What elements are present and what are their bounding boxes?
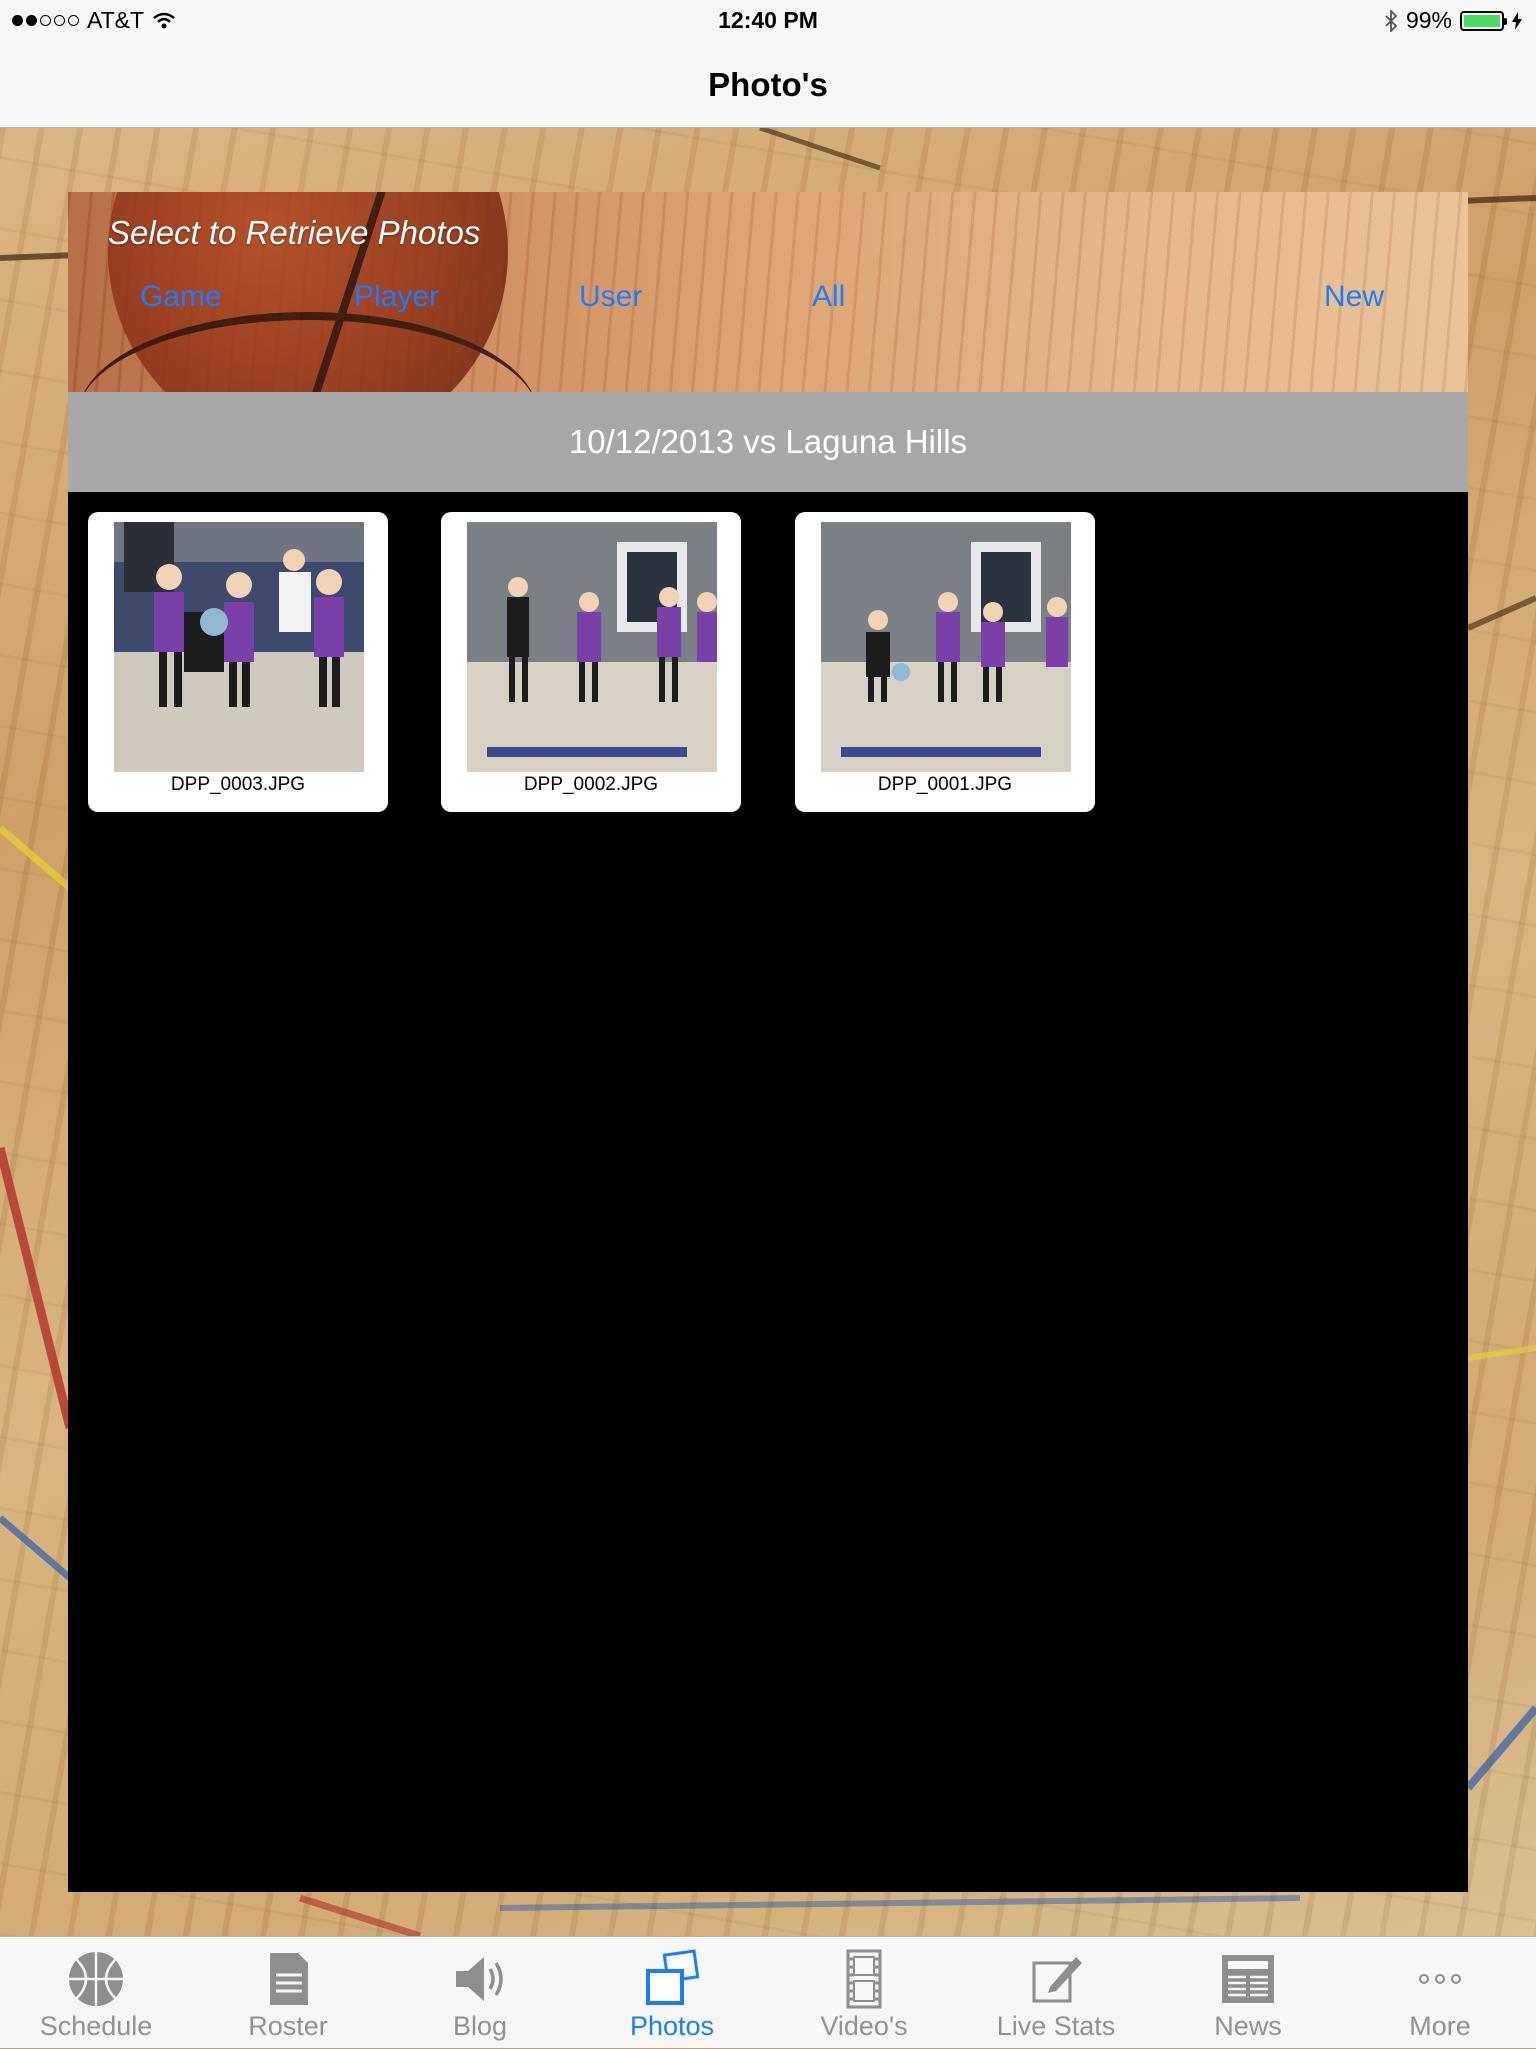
tab-more[interactable]: More bbox=[1344, 1937, 1536, 2049]
tab-label: News bbox=[1214, 2011, 1282, 2041]
tab-label: Photos bbox=[629, 2011, 715, 2041]
photo-image bbox=[467, 522, 717, 772]
more-icon bbox=[1419, 1974, 1461, 1984]
filter-user-button[interactable]: User bbox=[579, 280, 642, 314]
battery-fill bbox=[1464, 14, 1500, 27]
tab-label: Roster bbox=[248, 2011, 328, 2041]
photo-thumbnail[interactable]: DPP_0001.JPG bbox=[795, 512, 1095, 812]
filter-all-button[interactable]: All bbox=[812, 280, 845, 314]
tab-schedule[interactable]: Schedule bbox=[0, 1937, 192, 2049]
photo-image bbox=[821, 522, 1071, 772]
status-bar: AT&T 12:40 PM 99% bbox=[0, 0, 1536, 42]
basketball-icon bbox=[69, 1952, 123, 2006]
tab-label: Live Stats bbox=[996, 2011, 1116, 2041]
tab-photos[interactable]: Photos bbox=[576, 1937, 768, 2049]
tab-live-stats[interactable]: Live Stats bbox=[960, 1937, 1152, 2049]
tab-roster[interactable]: Roster bbox=[192, 1937, 384, 2049]
photos-panel: Select to Retrieve Photos Game Player Us… bbox=[68, 192, 1468, 1892]
tab-news[interactable]: News bbox=[1152, 1937, 1344, 2049]
battery-icon bbox=[1460, 10, 1507, 31]
charging-icon bbox=[1512, 11, 1522, 30]
newspaper-icon bbox=[1222, 1955, 1274, 2003]
status-right: 99% bbox=[1384, 7, 1522, 34]
photo-thumbnail[interactable]: DPP_0002.JPG bbox=[441, 512, 741, 812]
tab-blog[interactable]: Blog bbox=[384, 1937, 576, 2049]
tab-bar: Schedule Roster Blog Photos Video's Live… bbox=[0, 1936, 1536, 2048]
navigation-bar: Photo's bbox=[0, 42, 1536, 128]
photo-filename: DPP_0003.JPG bbox=[170, 774, 306, 795]
filter-game-button[interactable]: Game bbox=[140, 280, 222, 314]
tab-label: Video's bbox=[820, 2011, 908, 2041]
photo-filename: DPP_0002.JPG bbox=[523, 774, 659, 795]
filter-new-button[interactable]: New bbox=[1324, 280, 1384, 314]
photo-image bbox=[114, 522, 364, 772]
filter-banner: Select to Retrieve Photos Game Player Us… bbox=[68, 192, 1468, 392]
bluetooth-icon bbox=[1385, 9, 1398, 32]
filter-prompt: Select to Retrieve Photos bbox=[108, 214, 481, 251]
document-icon bbox=[270, 1953, 308, 2005]
tab-label: Blog bbox=[452, 2011, 508, 2041]
speaker-icon bbox=[456, 1957, 503, 2001]
battery-percent: 99% bbox=[1405, 7, 1452, 33]
edit-icon bbox=[1032, 1957, 1082, 2003]
tab-label: Schedule bbox=[39, 2011, 153, 2041]
filter-player-button[interactable]: Player bbox=[354, 280, 439, 314]
clock: 12:40 PM bbox=[718, 7, 818, 33]
tab-videos[interactable]: Video's bbox=[768, 1937, 960, 2049]
photos-icon bbox=[646, 1949, 700, 2005]
game-section-header: 10/12/2013 vs Laguna Hills bbox=[68, 392, 1468, 492]
page-title: Photo's bbox=[708, 66, 828, 103]
film-icon bbox=[846, 1949, 882, 2009]
photo-filename: DPP_0001.JPG bbox=[877, 774, 1013, 795]
tab-label: More bbox=[1409, 2011, 1471, 2041]
photo-thumbnail[interactable]: DPP_0003.JPG bbox=[88, 512, 388, 812]
